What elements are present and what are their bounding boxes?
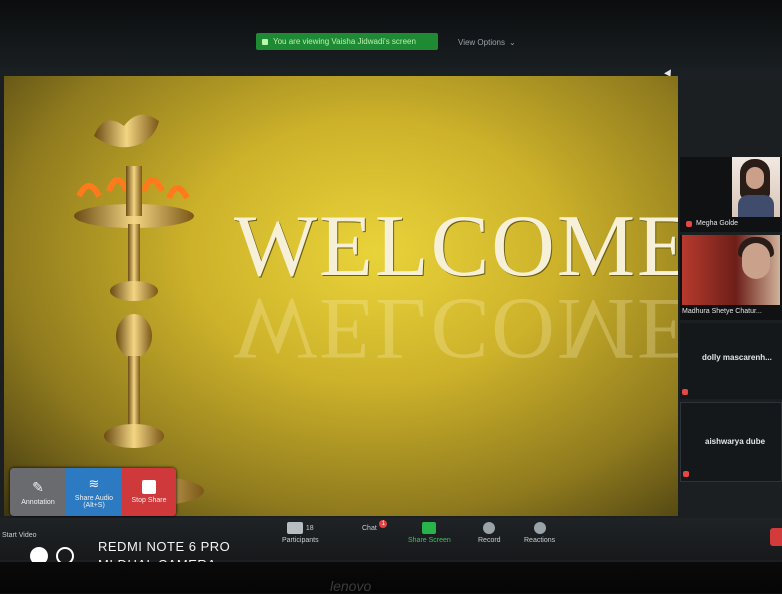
participants-label: Participants: [282, 537, 319, 544]
stop-share-label: Stop Share: [131, 497, 167, 504]
end-meeting-button[interactable]: [770, 528, 782, 546]
participant-name: Megha Golde: [696, 220, 739, 227]
mic-muted-icon: [683, 471, 689, 477]
record-icon: [483, 522, 496, 534]
chat-label: Chat: [362, 525, 377, 532]
video-tile[interactable]: Megha Golde: [680, 157, 782, 232]
participant-name: aishwarya dube: [705, 437, 766, 446]
record-label: Record: [478, 537, 501, 544]
share-audio-label: Share Audio (Alt+S): [74, 494, 114, 509]
chat-button[interactable]: 1 Chat: [362, 520, 388, 532]
share-screen-label: Share Screen: [408, 537, 451, 544]
mic-muted-icon: [682, 389, 688, 395]
view-options-label: View Options: [458, 38, 505, 47]
participant-name: dolly mascarenh...: [702, 353, 772, 362]
monitor-screen: You are viewing Vaisha Jidwadi's screen …: [0, 0, 782, 594]
stop-icon: [142, 480, 156, 494]
annotate-button[interactable]: ✎ Annotation: [10, 468, 66, 516]
video-tile[interactable]: dolly mascarenh...: [680, 323, 782, 399]
share-screen-icon: [422, 522, 437, 534]
participant-video-panel: Megha Golde Madhura Shetye Chatur... dol…: [680, 145, 782, 485]
bezel-logo: lenovo: [330, 578, 372, 594]
viewing-banner-text: You are viewing Vaisha Jidwadi's screen: [273, 37, 416, 46]
share-screen-button[interactable]: Share Screen: [408, 522, 451, 544]
speaker-icon: [262, 38, 268, 45]
video-tile[interactable]: Madhura Shetye Chatur...: [680, 235, 782, 320]
viewing-banner: You are viewing Vaisha Jidwadi's screen: [256, 33, 438, 50]
mic-muted-icon: [686, 221, 692, 227]
share-toolbar: ✎ Annotation ≋ Share Audio (Alt+S) Stop …: [10, 468, 176, 516]
participants-icon: [286, 522, 303, 534]
shared-slide: WELCOME WELCOME: [4, 76, 678, 516]
brass-lamp-image: [64, 114, 204, 506]
participants-button[interactable]: 18 Participants: [282, 522, 319, 544]
share-audio-button[interactable]: ≋ Share Audio (Alt+S): [66, 468, 122, 516]
stop-share-button[interactable]: Stop Share: [122, 468, 176, 516]
participant-video: [732, 157, 780, 217]
participants-count: 18: [305, 524, 314, 532]
top-bar: You are viewing Vaisha Jidwadi's screen …: [0, 0, 782, 79]
record-button[interactable]: Record: [478, 522, 501, 544]
wifi-icon: ≋: [88, 475, 100, 491]
reactions-label: Reactions: [524, 537, 556, 544]
watermark-line1: REDMI NOTE 6 PRO: [98, 539, 231, 554]
slide-headline-reflection: WELCOME: [234, 280, 678, 377]
smiley-icon: [533, 522, 546, 534]
video-tile[interactable]: aishwarya dube: [680, 402, 782, 482]
pencil-icon: ✎: [32, 478, 44, 495]
annotate-label: Annotation: [21, 498, 55, 506]
chevron-down-icon: ⌄: [509, 38, 516, 47]
view-options-button[interactable]: View Options ⌄: [458, 38, 516, 47]
reactions-button[interactable]: Reactions: [524, 522, 555, 544]
participant-name: Madhura Shetye Chatur...: [682, 308, 762, 315]
chat-badge: 1: [379, 520, 388, 528]
